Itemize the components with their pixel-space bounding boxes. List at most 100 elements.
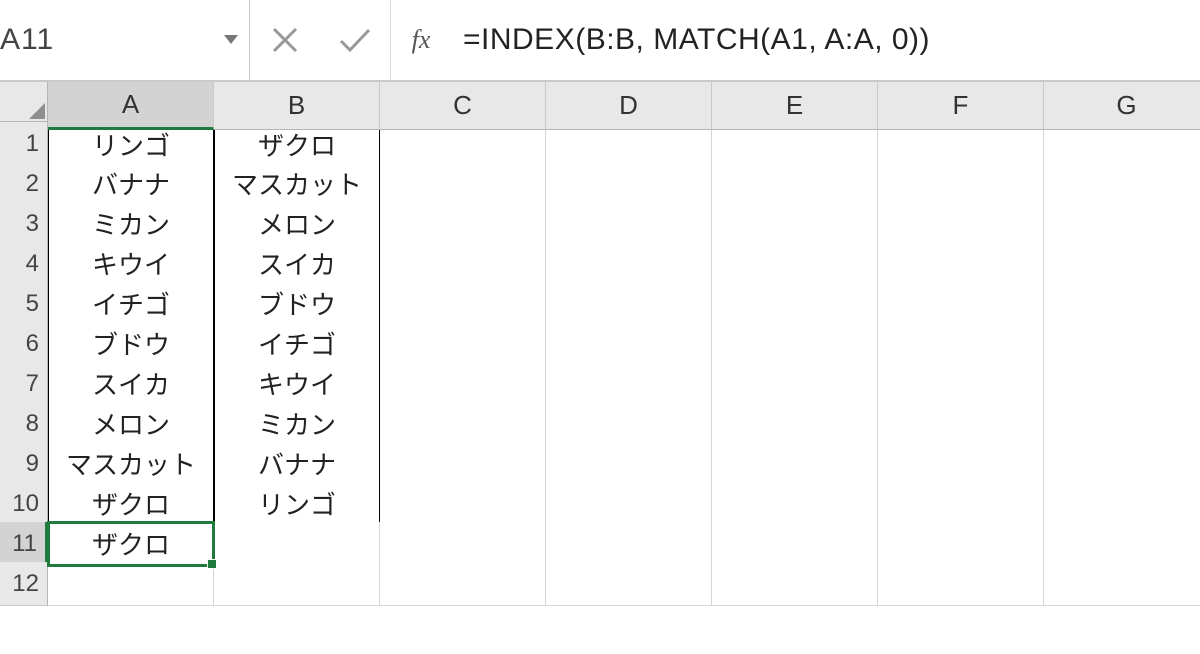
cell-D11[interactable] <box>546 522 712 566</box>
cell-F12[interactable] <box>878 562 1044 606</box>
row-header-8[interactable]: 8 <box>0 402 48 446</box>
cell-E4[interactable] <box>712 242 878 286</box>
cell-B4[interactable]: スイカ <box>214 242 380 286</box>
column-header-G[interactable]: G <box>1044 82 1200 130</box>
cell-B11[interactable] <box>214 522 380 566</box>
cell-C5[interactable] <box>380 282 546 326</box>
row-header-2[interactable]: 2 <box>0 162 48 206</box>
cell-C9[interactable] <box>380 442 546 486</box>
cell-B3[interactable]: メロン <box>214 202 380 246</box>
cell-C4[interactable] <box>380 242 546 286</box>
cell-E9[interactable] <box>712 442 878 486</box>
cell-B2[interactable]: マスカット <box>214 162 380 206</box>
row-header-1[interactable]: 1 <box>0 122 48 166</box>
cell-F7[interactable] <box>878 362 1044 406</box>
cell-D9[interactable] <box>546 442 712 486</box>
cell-C6[interactable] <box>380 322 546 366</box>
cell-C8[interactable] <box>380 402 546 446</box>
cell-G4[interactable] <box>1044 242 1200 286</box>
cell-G3[interactable] <box>1044 202 1200 246</box>
cell-F9[interactable] <box>878 442 1044 486</box>
cell-A5[interactable]: イチゴ <box>48 282 214 326</box>
column-header-D[interactable]: D <box>546 82 712 130</box>
cell-G8[interactable] <box>1044 402 1200 446</box>
cell-A10[interactable]: ザクロ <box>48 482 214 526</box>
cell-A4[interactable]: キウイ <box>48 242 214 286</box>
cell-A9[interactable]: マスカット <box>48 442 214 486</box>
cell-D6[interactable] <box>546 322 712 366</box>
cell-B9[interactable]: バナナ <box>214 442 380 486</box>
cell-G12[interactable] <box>1044 562 1200 606</box>
cell-E6[interactable] <box>712 322 878 366</box>
fx-icon[interactable]: fx <box>391 0 451 80</box>
cell-E8[interactable] <box>712 402 878 446</box>
cell-F2[interactable] <box>878 162 1044 206</box>
cell-D5[interactable] <box>546 282 712 326</box>
cell-C10[interactable] <box>380 482 546 526</box>
cancel-icon[interactable] <box>250 0 320 80</box>
cell-A2[interactable]: バナナ <box>48 162 214 206</box>
cell-D2[interactable] <box>546 162 712 206</box>
cell-A6[interactable]: ブドウ <box>48 322 214 366</box>
cell-A11[interactable]: ザクロ <box>48 522 214 566</box>
select-all-corner[interactable] <box>0 82 48 122</box>
cell-A8[interactable]: メロン <box>48 402 214 446</box>
cell-F10[interactable] <box>878 482 1044 526</box>
cell-E12[interactable] <box>712 562 878 606</box>
cell-A12[interactable] <box>48 562 214 606</box>
cell-E2[interactable] <box>712 162 878 206</box>
column-header-B[interactable]: B <box>214 82 380 130</box>
name-box[interactable]: A11 <box>0 0 213 80</box>
cell-D3[interactable] <box>546 202 712 246</box>
cell-G5[interactable] <box>1044 282 1200 326</box>
row-header-12[interactable]: 12 <box>0 562 48 606</box>
cell-B5[interactable]: ブドウ <box>214 282 380 326</box>
cell-E10[interactable] <box>712 482 878 526</box>
cell-C12[interactable] <box>380 562 546 606</box>
column-header-F[interactable]: F <box>878 82 1044 130</box>
column-header-A[interactable]: A <box>48 82 214 130</box>
cell-C7[interactable] <box>380 362 546 406</box>
column-header-C[interactable]: C <box>380 82 546 130</box>
cell-G11[interactable] <box>1044 522 1200 566</box>
cell-B6[interactable]: イチゴ <box>214 322 380 366</box>
formula-input[interactable]: =INDEX(B:B, MATCH(A1, A:A, 0)) <box>451 0 1200 80</box>
cell-C2[interactable] <box>380 162 546 206</box>
cell-A3[interactable]: ミカン <box>48 202 214 246</box>
row-header-5[interactable]: 5 <box>0 282 48 326</box>
cell-B10[interactable]: リンゴ <box>214 482 380 526</box>
column-header-E[interactable]: E <box>712 82 878 130</box>
enter-icon[interactable] <box>320 0 390 80</box>
cell-D8[interactable] <box>546 402 712 446</box>
cell-B8[interactable]: ミカン <box>214 402 380 446</box>
cell-E7[interactable] <box>712 362 878 406</box>
row-header-6[interactable]: 6 <box>0 322 48 366</box>
cell-C3[interactable] <box>380 202 546 246</box>
cell-B7[interactable]: キウイ <box>214 362 380 406</box>
name-box-dropdown[interactable] <box>213 0 249 80</box>
cell-F8[interactable] <box>878 402 1044 446</box>
row-header-4[interactable]: 4 <box>0 242 48 286</box>
cell-F6[interactable] <box>878 322 1044 366</box>
cell-G6[interactable] <box>1044 322 1200 366</box>
cell-D7[interactable] <box>546 362 712 406</box>
cell-F11[interactable] <box>878 522 1044 566</box>
cell-F4[interactable] <box>878 242 1044 286</box>
row-header-9[interactable]: 9 <box>0 442 48 486</box>
cell-D10[interactable] <box>546 482 712 526</box>
cell-G9[interactable] <box>1044 442 1200 486</box>
cell-B12[interactable] <box>214 562 380 606</box>
cell-G10[interactable] <box>1044 482 1200 526</box>
cell-D4[interactable] <box>546 242 712 286</box>
cell-D12[interactable] <box>546 562 712 606</box>
cell-G7[interactable] <box>1044 362 1200 406</box>
row-header-3[interactable]: 3 <box>0 202 48 246</box>
row-header-11[interactable]: 11 <box>0 522 48 566</box>
cell-E11[interactable] <box>712 522 878 566</box>
cell-E5[interactable] <box>712 282 878 326</box>
row-header-10[interactable]: 10 <box>0 482 48 526</box>
cell-C11[interactable] <box>380 522 546 566</box>
cell-G2[interactable] <box>1044 162 1200 206</box>
row-header-7[interactable]: 7 <box>0 362 48 406</box>
cell-E3[interactable] <box>712 202 878 246</box>
